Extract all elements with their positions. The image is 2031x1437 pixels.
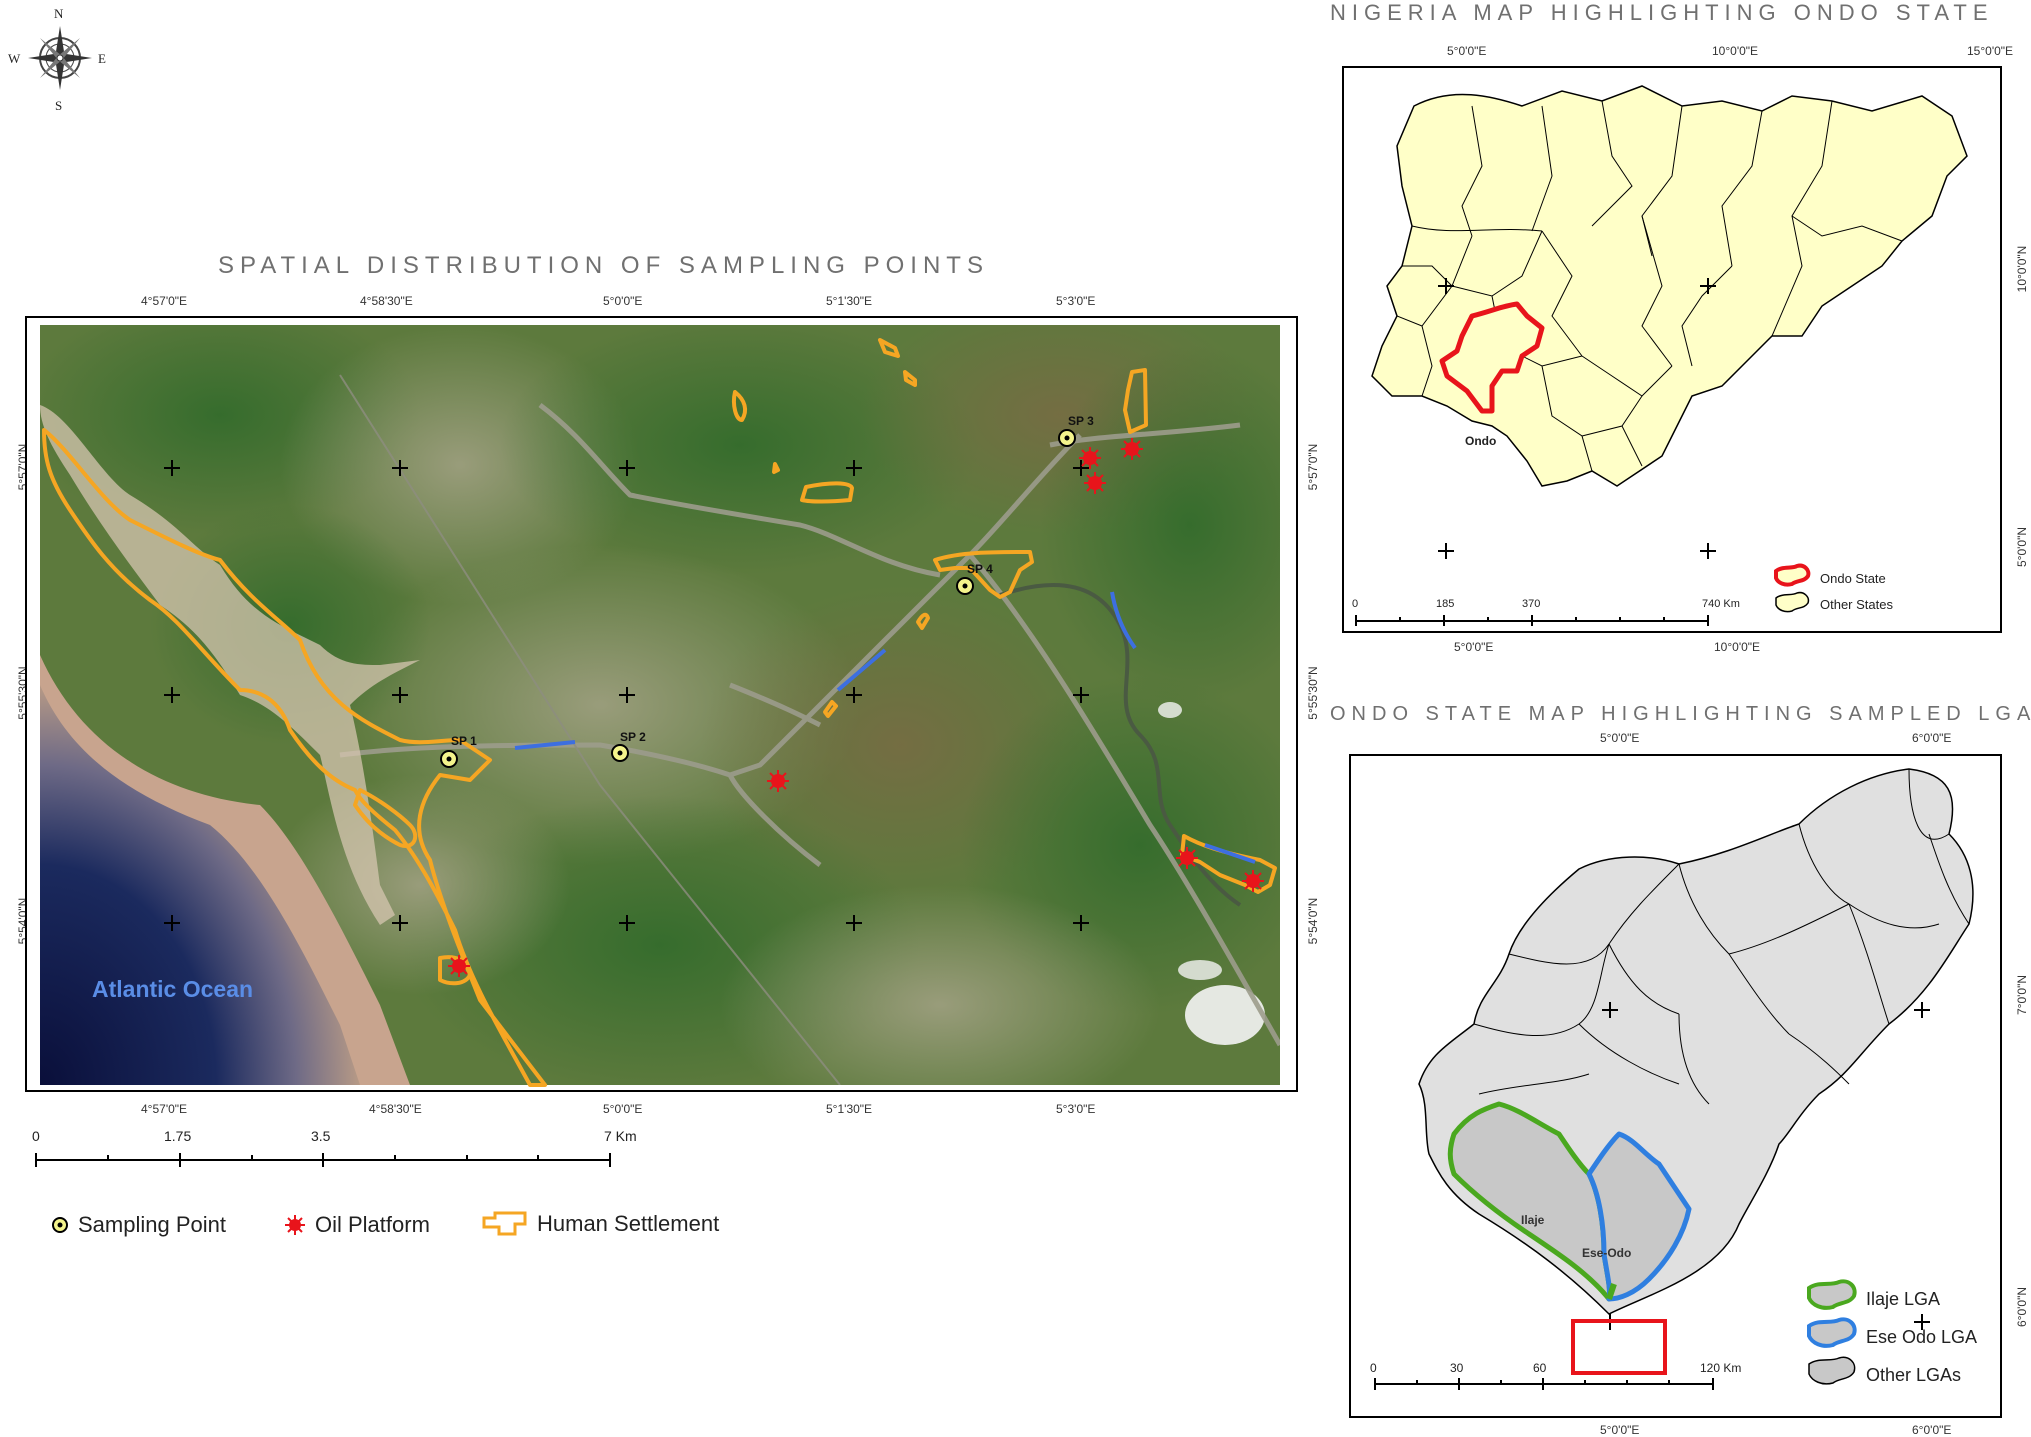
- nigeria-outline: [1371, 85, 1968, 487]
- ng-scale-1: 185: [1436, 598, 1455, 610]
- satellite-map: [40, 325, 1280, 1085]
- compass-north: N: [54, 6, 64, 21]
- ondo-scale-0: 0: [1370, 1361, 1377, 1375]
- other-lgas-legend-icon: [1808, 1356, 1856, 1385]
- legend-oil-platform: Oil Platform: [283, 1212, 430, 1238]
- ocean-label: Atlantic Ocean: [92, 976, 254, 1002]
- ondo-right-lat-1: 7°0'0"N: [2015, 974, 2029, 1016]
- main-scale-3: 7 Km: [604, 1128, 637, 1144]
- sp4-label: SP 4: [967, 562, 993, 576]
- ilaje-legend-icon: [1807, 1279, 1857, 1310]
- main-scale-2: 3.5: [311, 1128, 331, 1144]
- ng-scale-2: 370: [1522, 598, 1541, 610]
- main-top-lon-3: 5°0'0"E: [603, 294, 643, 308]
- main-top-lon-1: 4°57'0"E: [141, 294, 188, 308]
- main-scale-bar: [35, 1153, 611, 1167]
- ondo-map-svg: [1374, 768, 1974, 1390]
- ondo-scale-2: 60: [1533, 1361, 1547, 1375]
- ng-legend-other: Other States: [1820, 597, 1893, 612]
- settlement-icon: [482, 1211, 527, 1236]
- ondo-state-label: Ondo: [1465, 434, 1497, 448]
- other-states-legend-icon: [1775, 591, 1810, 613]
- ng-bottom-lon-2: 10°0'0"E: [1714, 640, 1761, 654]
- sampling-point-icon: [52, 1217, 68, 1233]
- ondo-right-lat-2: 6°0'0"N: [2015, 1286, 2029, 1328]
- ng-bottom-lon-1: 5°0'0"E: [1454, 640, 1494, 654]
- ng-scale-3: 740 Km: [1702, 598, 1740, 610]
- main-top-lon-4: 5°1'30"E: [826, 294, 873, 308]
- ese-odo-legend-icon: [1807, 1317, 1857, 1348]
- legend-human-settlement: Human Settlement: [481, 1210, 719, 1238]
- compass-west: W: [8, 51, 21, 66]
- ng-top-lon-3: 15°0'0"E: [1967, 44, 2014, 58]
- sp1-label: SP 1: [451, 734, 477, 748]
- sp2-label: SP 2: [620, 730, 646, 744]
- compass-rose: N S W E: [8, 6, 110, 116]
- nigeria-map-svg: [1355, 85, 1968, 626]
- ondo-legend-ese-odo: Ese Odo LGA: [1866, 1327, 1978, 1347]
- oil-platform-icon: [285, 1215, 305, 1235]
- ondo-bottom-lon-2: 6°0'0"E: [1912, 1423, 1952, 1437]
- ondo-scale-1: 30: [1450, 1361, 1464, 1375]
- main-top-lon-2: 4°58'30"E: [360, 294, 413, 308]
- compass-south: S: [55, 98, 63, 113]
- main-bottom-lon-1: 4°57'0"E: [141, 1102, 188, 1116]
- ondo-map-title: ONDO STATE MAP HIGHLIGHTING SAMPLED LGAs: [1330, 703, 2031, 725]
- compass-east: E: [98, 51, 106, 66]
- legend-sampling-point: Sampling Point: [50, 1212, 226, 1238]
- nigeria-map-title: NIGERIA MAP HIGHLIGHTING ONDO STATE: [1330, 0, 1994, 25]
- legend-human-settlement-label: Human Settlement: [537, 1211, 720, 1236]
- ondo-top-lon-2: 6°0'0"E: [1912, 731, 1952, 745]
- ng-top-lon-2: 10°0'0"E: [1712, 44, 1759, 58]
- ondo-state-shape: [1418, 768, 1974, 1315]
- ondo-bottom-lon-1: 5°0'0"E: [1600, 1423, 1640, 1437]
- ng-top-lon-1: 5°0'0"E: [1447, 44, 1487, 58]
- main-top-lon-5: 5°3'0"E: [1056, 294, 1096, 308]
- ondo-scale-3: 120 Km: [1700, 1361, 1742, 1375]
- main-right-lat-2: 5°55'30"N: [1306, 666, 1320, 720]
- study-area-box: [1571, 1319, 1667, 1375]
- legend-sampling-point-label: Sampling Point: [78, 1212, 226, 1237]
- main-scale-0: 0: [32, 1128, 40, 1144]
- sp3-label: SP 3: [1068, 414, 1094, 428]
- ng-right-lat-1: 10°0'0"N: [2015, 245, 2029, 293]
- main-bottom-lon-2: 4°58'30"E: [369, 1102, 422, 1116]
- main-right-lat-1: 5°57'0"N: [1306, 443, 1320, 491]
- legend-oil-platform-label: Oil Platform: [315, 1212, 430, 1237]
- ondo-legend-other: Other LGAs: [1866, 1365, 1962, 1385]
- ng-right-lat-2: 5°0'0"N: [2015, 526, 2029, 568]
- main-bottom-lon-4: 5°1'30"E: [826, 1102, 873, 1116]
- ng-scale-0: 0: [1352, 598, 1359, 610]
- main-bottom-lon-3: 5°0'0"E: [603, 1102, 643, 1116]
- ondo-top-lon-1: 5°0'0"E: [1600, 731, 1640, 745]
- ilaje-label: Ilaje: [1521, 1213, 1545, 1227]
- main-right-lat-3: 5°54'0"N: [1306, 897, 1320, 945]
- main-map-title: SPATIAL DISTRIBUTION OF SAMPLING POINTS: [218, 252, 989, 279]
- main-scale-1: 1.75: [164, 1128, 192, 1144]
- ng-legend-ondo: Ondo State: [1820, 571, 1886, 586]
- main-bottom-lon-5: 5°3'0"E: [1056, 1102, 1096, 1116]
- ondo-legend-ilaje: Ilaje LGA: [1866, 1289, 1941, 1309]
- ondo-legend-icon: [1774, 563, 1811, 587]
- ese-odo-label: Ese-Odo: [1582, 1246, 1632, 1260]
